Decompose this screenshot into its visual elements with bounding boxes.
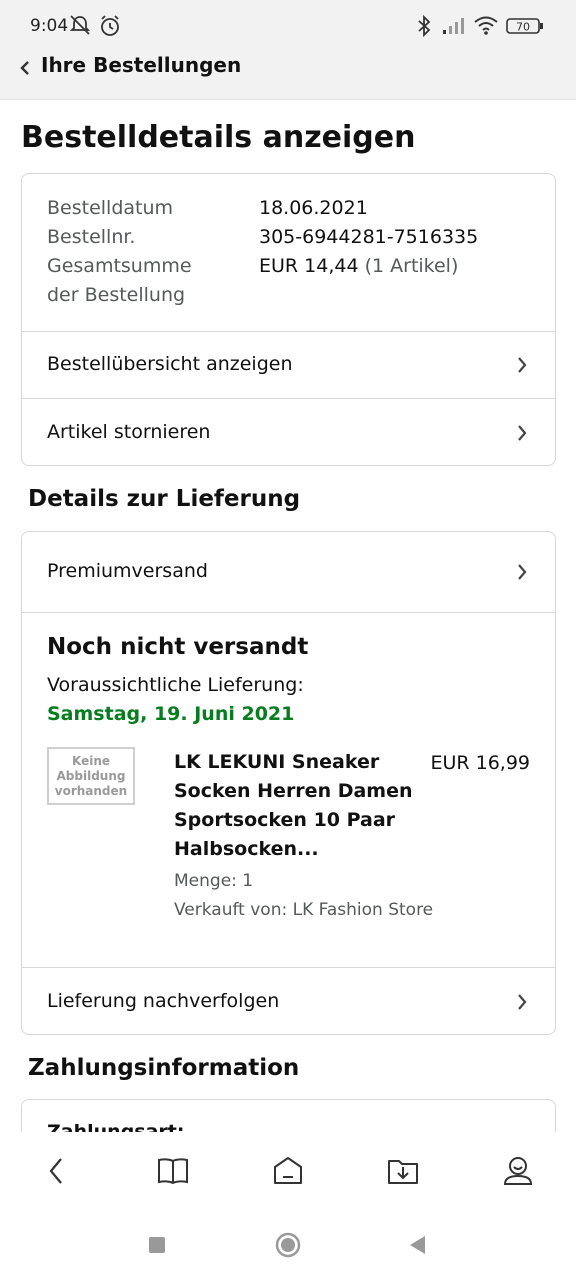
chevron-right-icon	[516, 423, 528, 443]
delivery-card: Premiumversand Noch nicht versandt Vorau…	[21, 531, 556, 1035]
track-delivery-row[interactable]: Lieferung nachverfolgen	[22, 967, 555, 1034]
chevron-right-icon	[516, 562, 528, 582]
home-icon[interactable]	[271, 1154, 305, 1188]
track-delivery-label: Lieferung nachverfolgen	[47, 990, 280, 1012]
status-bar: 9:04 70	[0, 0, 576, 44]
battery-level: 70	[516, 21, 530, 34]
payment-section-title: Zahlungsinformation	[28, 1055, 300, 1081]
order-total-value: EUR 14,44 (1 Artikel)	[259, 252, 458, 281]
book-icon[interactable]	[156, 1154, 190, 1188]
wifi-icon	[473, 14, 499, 40]
order-total-label: Gesamtsumme	[47, 255, 192, 277]
order-info: Bestelldatum 18.06.2021 Bestellnr. 305-6…	[22, 174, 555, 331]
chevron-right-icon	[516, 355, 528, 375]
expected-delivery-label: Voraussichtliche Lieferung:	[47, 674, 304, 696]
order-number-label: Bestellnr.	[47, 226, 136, 248]
order-summary-card: Bestelldatum 18.06.2021 Bestellnr. 305-6…	[21, 173, 556, 466]
alarm-icon	[98, 14, 122, 42]
order-number-value: 305-6944281-7516335	[259, 226, 479, 248]
bluetooth-icon	[414, 14, 434, 42]
mute-icon	[68, 14, 92, 40]
product-seller: Verkauft von: LK Fashion Store	[174, 900, 434, 920]
download-folder-icon[interactable]	[386, 1154, 420, 1188]
order-date-label: Bestelldatum	[47, 197, 174, 219]
product-title-line: Socken Herren Damen	[174, 780, 413, 802]
order-overview-row[interactable]: Bestellübersicht anzeigen	[22, 331, 555, 398]
back-icon[interactable]	[40, 1154, 74, 1188]
status-time: 9:04	[30, 16, 69, 36]
product-quantity: Menge: 1	[174, 871, 254, 891]
order-date-value: 18.06.2021	[259, 197, 368, 219]
account-icon[interactable]	[501, 1154, 535, 1188]
chevron-right-icon	[516, 992, 528, 1012]
shipment-details: Noch nicht versandt Voraussichtliche Lie…	[22, 612, 555, 967]
shipment-status: Noch nicht versandt	[47, 634, 309, 660]
placeholder-text-2: Abbildung	[56, 769, 126, 783]
bottom-nav	[0, 1132, 576, 1210]
cancel-items-label: Artikel stornieren	[47, 421, 211, 443]
order-item-count: (1 Artikel)	[364, 255, 459, 277]
product-title-line: Sportsocken 10 Paar	[174, 809, 396, 831]
page-title: Bestelldetails anzeigen	[21, 120, 416, 155]
order-total-label-2: der Bestellung	[47, 284, 186, 306]
delivery-section-title: Details zur Lieferung	[28, 486, 301, 512]
battery-icon: 70	[506, 17, 544, 39]
product-title[interactable]: LK LEKUNI Sneaker Socken Herren Damen Sp…	[174, 748, 414, 864]
product-title-line: LK LEKUNI Sneaker	[174, 751, 380, 773]
signal-icon	[441, 14, 467, 40]
placeholder-text-1: Keine	[71, 754, 111, 768]
cancel-items-row[interactable]: Artikel stornieren	[22, 398, 555, 465]
home-circle-icon[interactable]	[275, 1232, 301, 1262]
app-header: Ihre Bestellungen	[0, 44, 576, 100]
placeholder-text-3: vorhanden	[54, 784, 128, 798]
order-total-amount: EUR 14,44	[259, 255, 359, 277]
product-image-placeholder[interactable]: Keine Abbildung vorhanden	[47, 747, 135, 805]
recents-icon[interactable]	[148, 1236, 166, 1258]
product-price: EUR 16,99	[430, 752, 530, 774]
shipping-method-row[interactable]: Premiumversand	[22, 532, 555, 612]
expected-delivery-date: Samstag, 19. Juni 2021	[47, 703, 295, 725]
system-nav	[0, 1210, 576, 1280]
back-triangle-icon[interactable]	[408, 1235, 426, 1259]
chevron-left-icon[interactable]	[18, 58, 32, 78]
product-title-line: Halbsocken...	[174, 838, 319, 860]
order-overview-label: Bestellübersicht anzeigen	[47, 353, 293, 375]
shipping-method-label: Premiumversand	[47, 560, 208, 582]
header-back-link[interactable]: Ihre Bestellungen	[41, 53, 241, 77]
